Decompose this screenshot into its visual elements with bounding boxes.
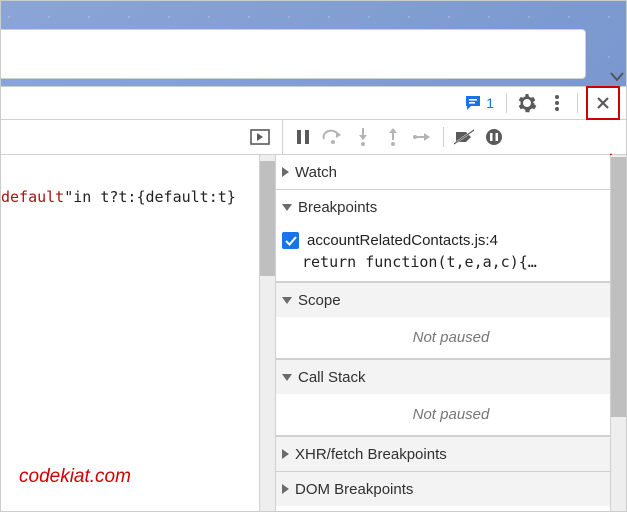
code-text: "in t?t:{default:t}: [64, 188, 236, 206]
scope-section-header[interactable]: Scope: [276, 282, 626, 317]
scope-label: Scope: [298, 292, 341, 309]
scrollbar-thumb[interactable]: [611, 157, 626, 417]
chevron-down-icon: [282, 374, 292, 381]
close-highlight-box: [586, 86, 620, 120]
breakpoint-item[interactable]: accountRelatedContacts.js:4 return funct…: [276, 224, 626, 281]
kebab-menu-icon[interactable]: [543, 89, 571, 117]
deactivate-breakpoints-icon[interactable]: [450, 123, 478, 151]
chevron-right-icon: [282, 449, 289, 459]
pause-on-exceptions-icon[interactable]: [480, 123, 508, 151]
browser-window-edge: [1, 29, 586, 79]
debugger-sidebar: Watch Breakpoints accountRelatedContacts…: [276, 155, 626, 512]
chevron-down-icon[interactable]: [610, 69, 624, 85]
chevron-right-icon: [282, 484, 289, 494]
divider: [443, 127, 444, 147]
breakpoint-checkbox[interactable]: [282, 232, 299, 249]
code-scrollbar[interactable]: [259, 155, 276, 512]
pause-icon[interactable]: [289, 123, 317, 151]
divider: [506, 93, 507, 113]
panel-scrollbar[interactable]: [610, 155, 626, 512]
step-into-icon[interactable]: [349, 123, 377, 151]
divider: [577, 93, 578, 113]
chevron-right-icon: [282, 167, 289, 177]
chevron-down-icon: [282, 297, 292, 304]
watermark-text: codekiat.com: [19, 466, 131, 488]
watch-section-header[interactable]: Watch: [276, 155, 626, 189]
dom-label: DOM Breakpoints: [295, 481, 413, 498]
scope-not-paused: Not paused: [276, 317, 626, 359]
scrollbar-thumb[interactable]: [260, 161, 275, 276]
callstack-section-header[interactable]: Call Stack: [276, 359, 626, 394]
breakpoint-code: return function(t,e,a,c){…: [302, 253, 616, 271]
callstack-not-paused: Not paused: [276, 394, 626, 436]
xhr-section-header[interactable]: XHR/fetch Breakpoints: [276, 436, 626, 471]
debugger-toolbar: [1, 120, 626, 155]
breakpoint-file: accountRelatedContacts.js:4: [307, 232, 498, 249]
code-keyword: default: [1, 188, 64, 206]
console-messages-count: 1: [486, 95, 494, 111]
callstack-label: Call Stack: [298, 369, 366, 386]
dom-section-header[interactable]: DOM Breakpoints: [276, 471, 626, 506]
show-navigator-icon[interactable]: [246, 123, 274, 151]
step-out-icon[interactable]: [379, 123, 407, 151]
desktop-wallpaper: [1, 1, 626, 86]
devtools-header: 1: [1, 86, 626, 120]
xhr-label: XHR/fetch Breakpoints: [295, 446, 447, 463]
close-icon[interactable]: [589, 89, 617, 117]
step-icon[interactable]: [409, 123, 437, 151]
chevron-down-icon: [282, 204, 292, 211]
console-messages-button[interactable]: 1: [458, 90, 500, 116]
step-over-icon[interactable]: [319, 123, 347, 151]
watch-label: Watch: [295, 164, 337, 181]
breakpoints-section-header[interactable]: Breakpoints: [276, 190, 626, 224]
source-code-pane[interactable]: default"in t?t:{default:t} codekiat.com: [1, 155, 259, 512]
gear-icon[interactable]: [513, 89, 541, 117]
breakpoints-label: Breakpoints: [298, 199, 377, 216]
